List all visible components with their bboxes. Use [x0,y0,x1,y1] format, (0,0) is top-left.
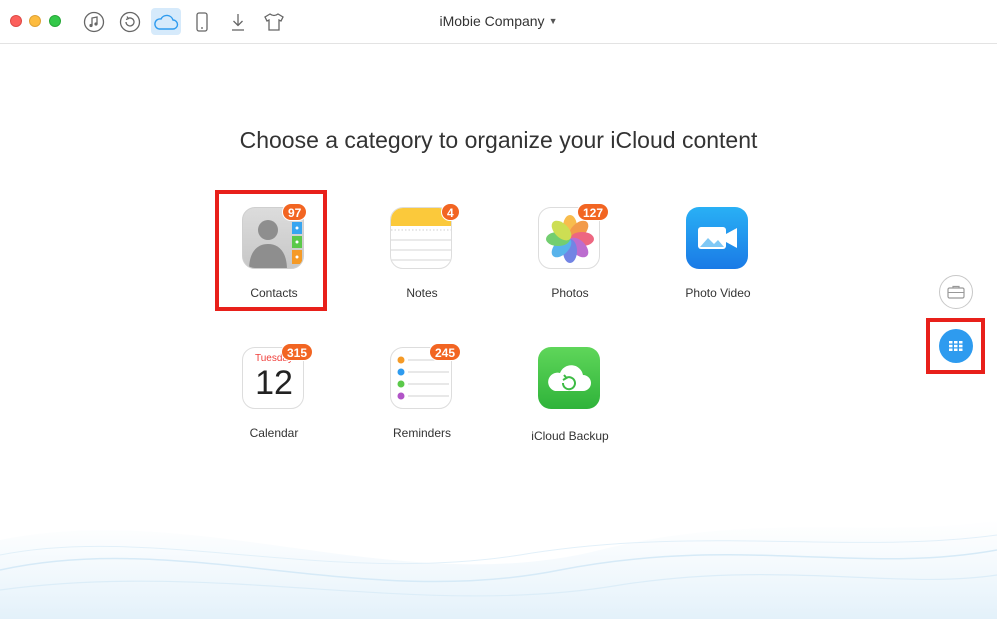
category-label: Reminders [392,426,452,440]
calendar-count-badge: 315 [281,343,314,361]
title-bar: iMobie Company ▼ [0,0,997,44]
category-icloud-backup[interactable]: iCloud Backup [510,347,630,447]
toolbox-icon [947,285,965,299]
grid-view-button[interactable] [939,329,973,363]
category-photo-video[interactable]: Photo Video [658,207,778,307]
device-name-label: iMobie Company [439,13,545,29]
page-title: Choose a category to organize your iClou… [239,127,758,153]
chevron-down-icon: ▼ [548,16,558,26]
notes-count-badge: 4 [441,203,460,221]
category-label: Photo Video [685,286,751,300]
calendar-day: 12 [255,364,293,402]
contacts-count-badge: 97 [282,203,308,221]
toolbox-button[interactable] [939,275,973,309]
category-reminders[interactable]: 245 Reminders [362,343,482,447]
category-label: Calendar [249,426,299,440]
category-notes[interactable]: 4 Notes [362,203,482,307]
photo-video-icon [686,207,748,269]
reminders-count-badge: 245 [429,343,462,361]
category-label: Photos [551,286,589,300]
device-selector[interactable]: iMobie Company ▼ [0,13,997,29]
photos-count-badge: 127 [577,203,610,221]
category-label: Notes [406,286,438,300]
icloud-backup-icon [538,347,600,409]
category-label: iCloud Backup [531,429,609,443]
contacts-highlight-box [215,190,327,311]
grid-icon [949,341,963,351]
decorative-wave-background [0,520,997,619]
category-photos[interactable]: 127 Photos [510,203,630,307]
category-calendar[interactable]: Tuesday 12 315 Calendar [214,343,334,447]
